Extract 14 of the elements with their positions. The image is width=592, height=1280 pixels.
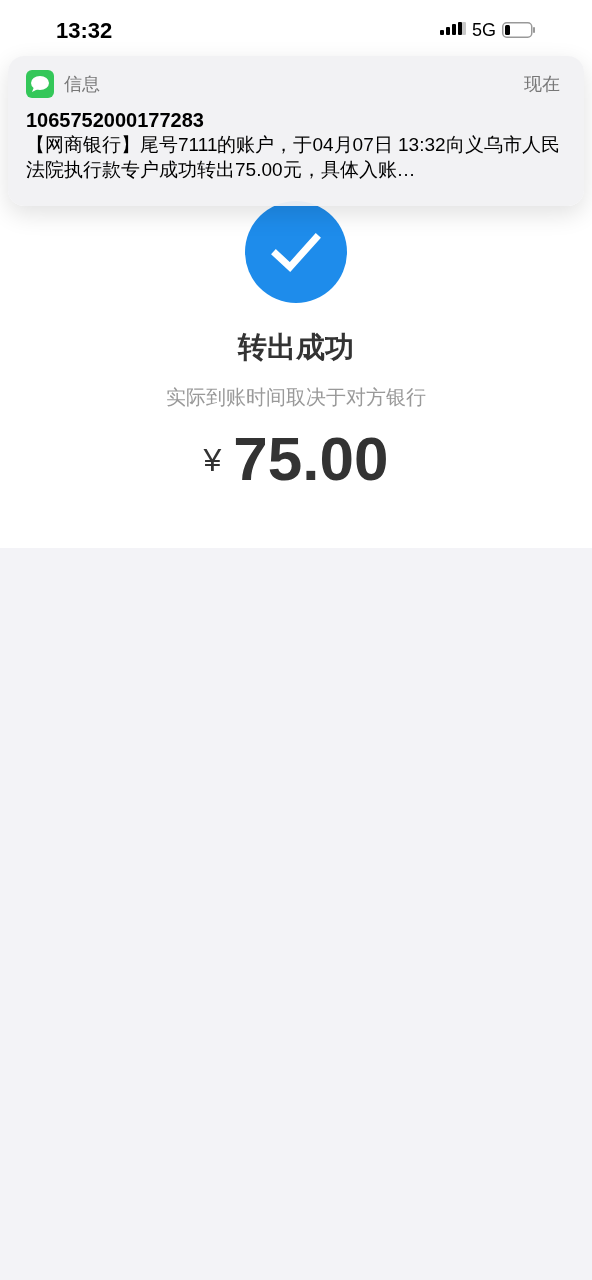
battery-icon [502, 22, 536, 38]
currency-symbol: ¥ [203, 440, 222, 480]
status-time: 13:32 [56, 16, 113, 45]
messages-app-icon [26, 70, 54, 98]
app-name: 信息 [64, 72, 100, 96]
amount-value: 75.00 [233, 422, 389, 495]
result-subtitle: 实际到账时间取决于对方银行 [166, 384, 426, 410]
network-label: 5G [472, 18, 496, 42]
message-sender: 1065752000177283 [26, 108, 205, 132]
result-title: 转出成功 [238, 330, 354, 365]
notification-banner[interactable]: 信息 现在 1065752000177283 【网商银行】尾号7111的账户，于04月07日 13:32向义乌市人民法院执行款专户成功转出75.00元，具体入账… [8, 56, 584, 206]
signal-icon [440, 22, 466, 38]
message-body: 【网商银行】尾号7111的账户，于04月07日 13:32向义乌市人民法院执行款专户成功转出75.00元，具体入账… [26, 133, 561, 182]
notification-time: 现在 [524, 72, 560, 96]
